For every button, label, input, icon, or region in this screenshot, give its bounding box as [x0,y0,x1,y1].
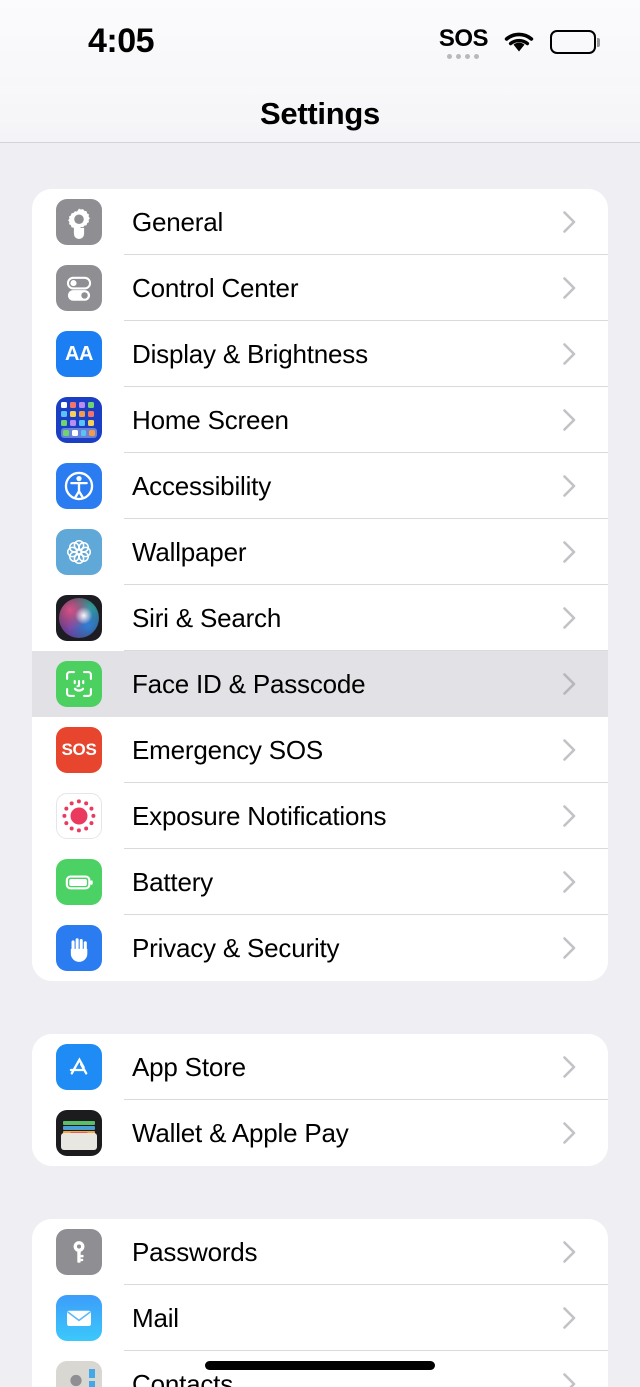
settings-row-label: Emergency SOS [132,735,323,766]
chevron-right-icon [563,673,576,695]
accessibility-person-icon [56,463,102,509]
status-bar: 4:05 SOS [0,0,640,86]
chevron-right-icon [563,277,576,299]
settings-row-display-brightness[interactable]: AA Display & Brightness [32,321,608,387]
face-id-icon [56,661,102,707]
settings-row-wallet-apple-pay[interactable]: Wallet & Apple Pay [32,1100,608,1166]
settings-row-battery[interactable]: Battery [32,849,608,915]
battery-icon [550,29,600,55]
flower-mandala-icon [56,529,102,575]
settings-row-label: Siri & Search [132,603,281,634]
chevron-right-icon [563,1307,576,1329]
settings-row-label: App Store [132,1052,246,1083]
app-store-icon [56,1044,102,1090]
chevron-right-icon [563,607,576,629]
settings-row-control-center[interactable]: Control Center [32,255,608,321]
sos-indicator: SOS [439,26,488,59]
sos-icon: SOS [56,727,102,773]
wallet-icon [56,1110,102,1156]
chevron-right-icon [563,805,576,827]
navigation-bar: Settings [0,86,640,143]
chevron-right-icon [563,937,576,959]
sos-label: SOS [439,26,488,52]
settings-row-label: Face ID & Passcode [132,669,365,700]
gear-icon [56,199,102,245]
settings-row-label: Contacts [132,1369,233,1387]
settings-row-wallpaper[interactable]: Wallpaper [32,519,608,585]
settings-row-label: Wallet & Apple Pay [132,1118,349,1149]
settings-row-label: General [132,207,223,238]
chevron-right-icon [563,1056,576,1078]
settings-scroll-view[interactable]: General Control Center [0,144,640,1387]
settings-row-emergency-sos[interactable]: SOS Emergency SOS [32,717,608,783]
chevron-right-icon [563,1122,576,1144]
chevron-right-icon [563,475,576,497]
key-icon [56,1229,102,1275]
settings-row-label: Display & Brightness [132,339,368,370]
home-indicator[interactable] [205,1361,435,1370]
settings-row-label: Accessibility [132,471,271,502]
envelope-icon [56,1295,102,1341]
settings-row-label: Control Center [132,273,298,304]
status-time: 4:05 [88,22,154,61]
siri-orb-icon [56,595,102,641]
settings-row-label: Wallpaper [132,537,246,568]
settings-row-siri-search[interactable]: Siri & Search [32,585,608,651]
chevron-right-icon [563,1373,576,1387]
exposure-dots-icon [56,793,102,839]
aa-text-size-icon: AA [56,331,102,377]
iphone-settings-screen: 4:05 SOS Settings [0,0,640,1387]
chevron-right-icon [563,739,576,761]
chevron-right-icon [563,1241,576,1263]
chevron-right-icon [563,343,576,365]
settings-row-privacy-security[interactable]: Privacy & Security [32,915,608,981]
settings-row-face-id-passcode[interactable]: Face ID & Passcode [32,651,608,717]
chevron-right-icon [563,211,576,233]
settings-row-label: Mail [132,1303,179,1334]
sos-signal-dots [447,54,479,59]
wifi-icon [502,29,536,55]
chevron-right-icon [563,409,576,431]
settings-group-system: General Control Center [32,189,608,981]
status-bar-indicators: SOS [439,22,600,62]
hand-privacy-icon [56,925,102,971]
settings-row-label: Passwords [132,1237,257,1268]
chevron-right-icon [563,871,576,893]
app-grid-icon [56,397,102,443]
settings-group-store: App Store Wallet & Apple Pay [32,1034,608,1166]
settings-row-passwords[interactable]: Passwords [32,1219,608,1285]
toggles-icon [56,265,102,311]
settings-row-app-store[interactable]: App Store [32,1034,608,1100]
settings-row-label: Home Screen [132,405,289,436]
settings-row-general[interactable]: General [32,189,608,255]
chevron-right-icon [563,541,576,563]
page-title: Settings [260,96,380,132]
settings-row-mail[interactable]: Mail [32,1285,608,1351]
settings-row-exposure-notifications[interactable]: Exposure Notifications [32,783,608,849]
settings-row-home-screen[interactable]: Home Screen [32,387,608,453]
battery-green-icon [56,859,102,905]
contacts-icon [56,1361,102,1387]
settings-row-label: Battery [132,867,213,898]
settings-row-label: Exposure Notifications [132,801,386,832]
settings-row-label: Privacy & Security [132,933,339,964]
settings-row-accessibility[interactable]: Accessibility [32,453,608,519]
